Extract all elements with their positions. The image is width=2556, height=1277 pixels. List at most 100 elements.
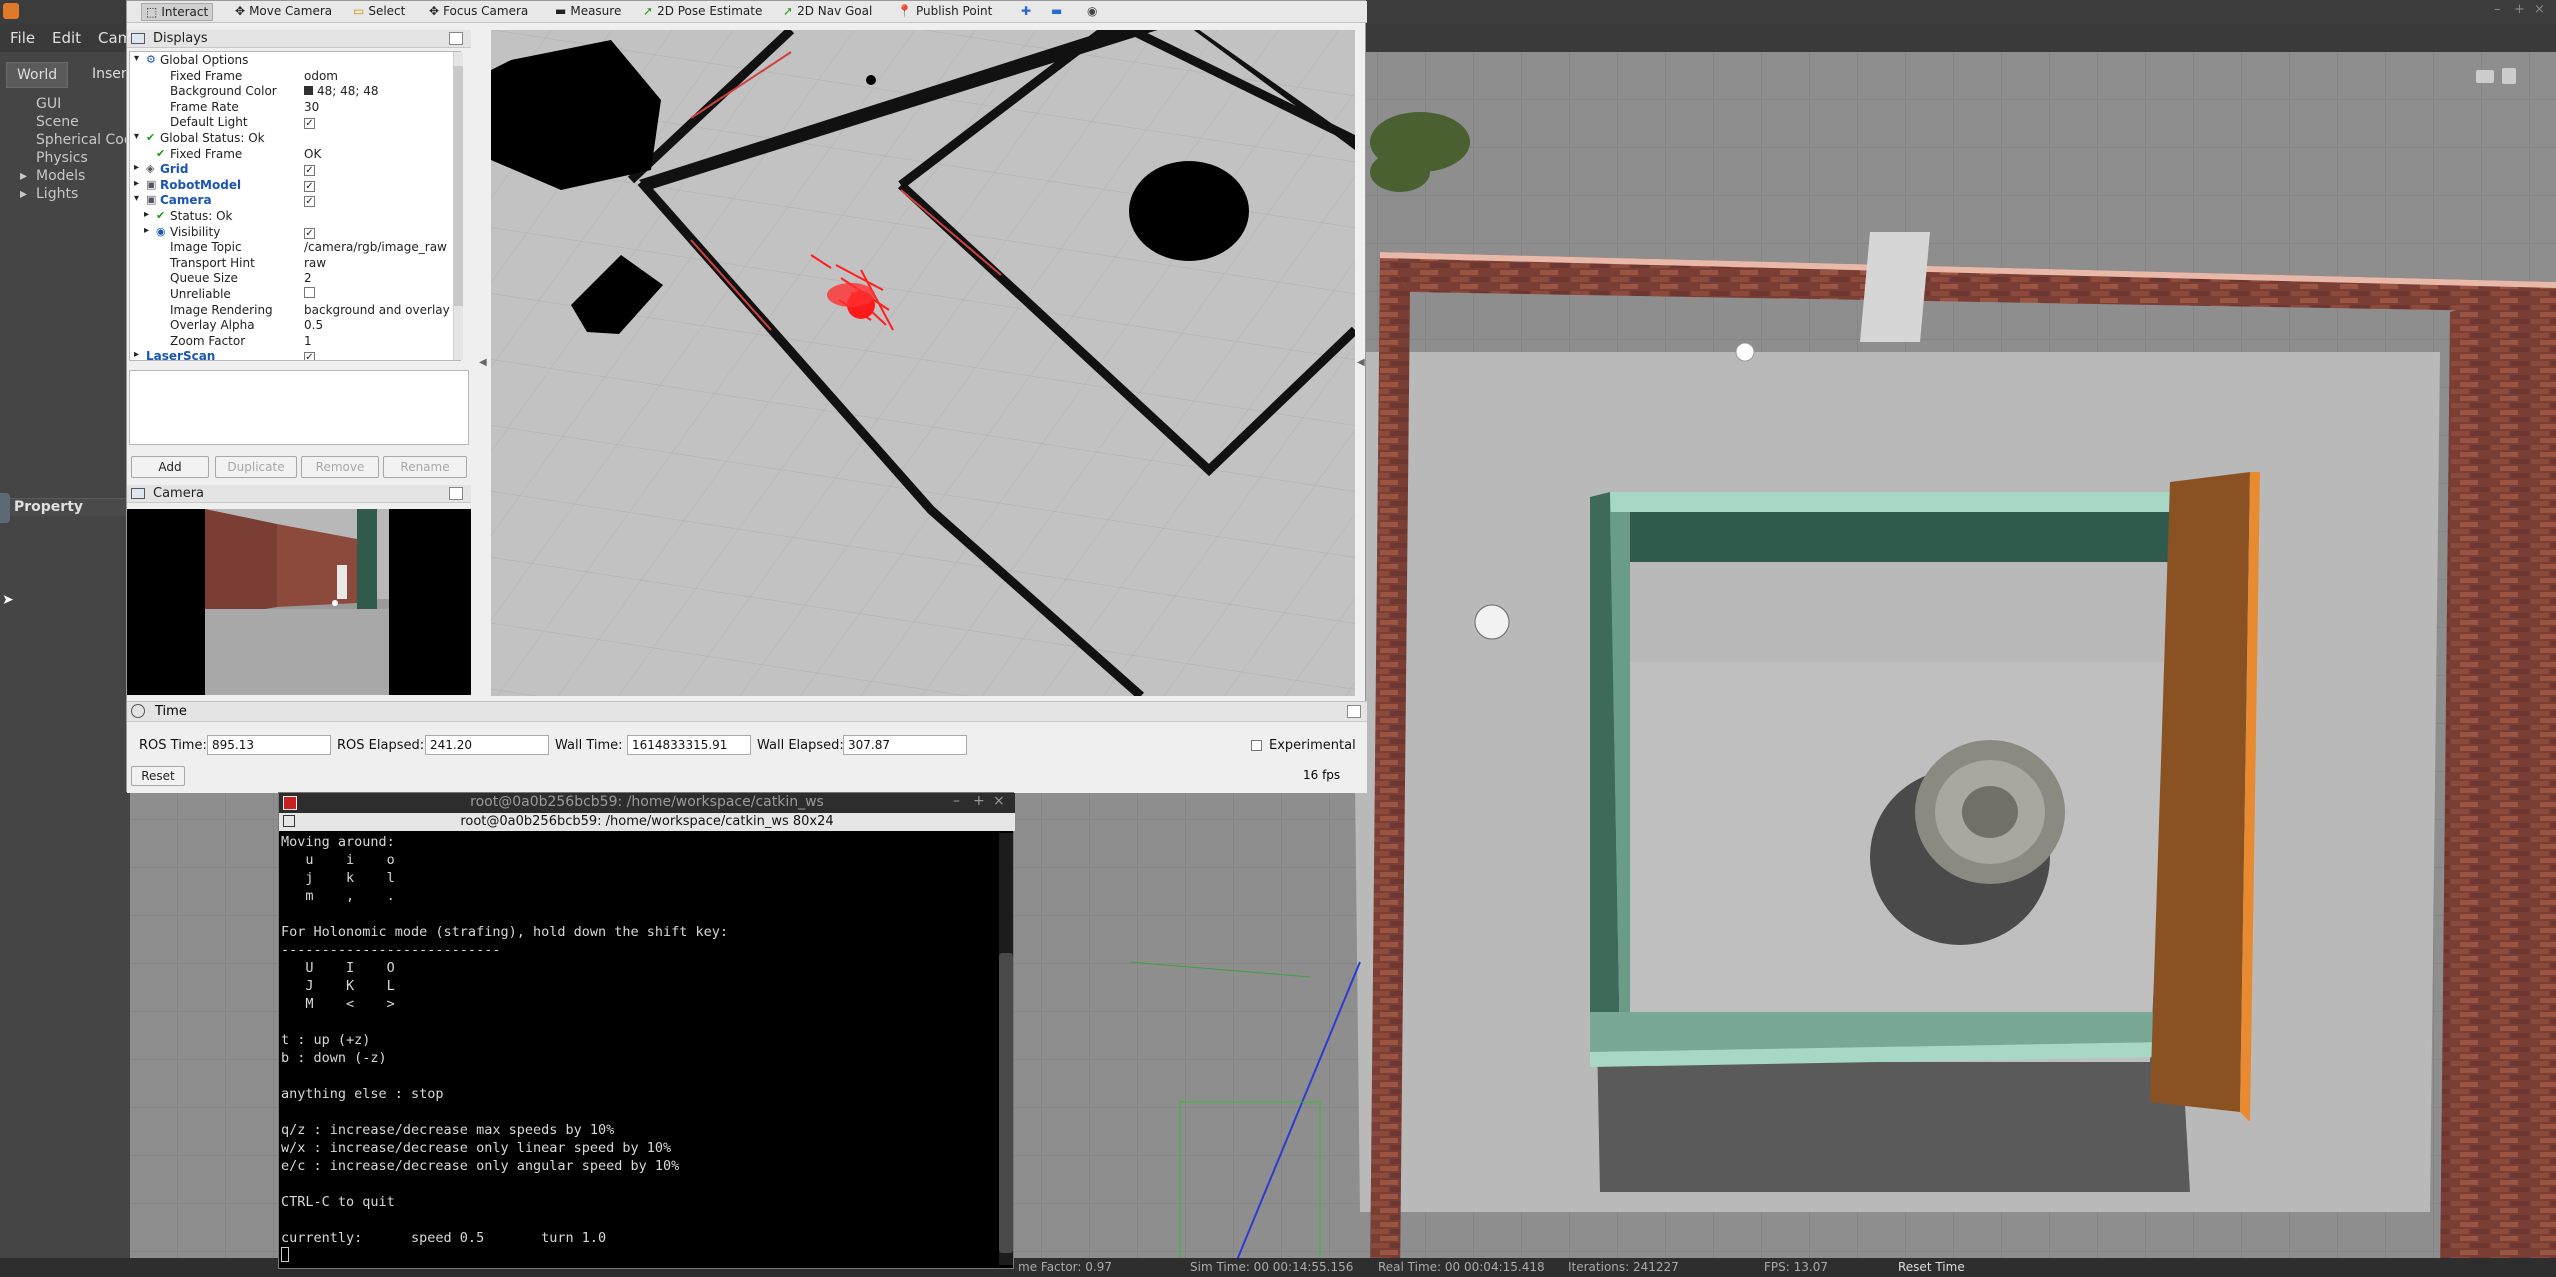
display-tree-row[interactable]: ▾ ⚙ Global Options xyxy=(130,53,460,69)
display-tree-row[interactable]: ▸ ◈ Grid ✓ xyxy=(130,162,460,178)
property-header[interactable]: Property xyxy=(0,493,130,523)
add-tool-icon[interactable]: ✚ xyxy=(1017,3,1035,21)
view-options-icon[interactable]: ◉ xyxy=(1083,3,1101,21)
expand-arrow-icon[interactable]: ▸ xyxy=(144,225,149,236)
tool-2d-nav-goal[interactable]: ➚ 2D Nav Goal xyxy=(779,3,876,21)
expand-arrow-icon[interactable]: ▸ xyxy=(134,162,139,173)
display-property-value[interactable]: background and overlay xyxy=(304,303,450,317)
time-reset-button[interactable]: Reset xyxy=(131,766,185,786)
tree-spherical[interactable]: Spherical Coo xyxy=(36,132,132,148)
tree-gui[interactable]: GUI xyxy=(36,96,61,112)
display-tree-row[interactable]: ▸ ▣ RobotModel ✓ xyxy=(130,178,460,194)
display-checkbox[interactable]: ✓ xyxy=(304,178,315,192)
display-tree-row[interactable]: Transport Hint raw xyxy=(130,256,460,272)
remove-button[interactable]: Remove xyxy=(301,456,379,478)
display-tree-row[interactable]: Image Rendering background and overlay xyxy=(130,303,460,319)
tree-physics[interactable]: Physics xyxy=(36,150,88,166)
expand-arrow-icon[interactable]: ▸ xyxy=(134,349,139,360)
terminal-scrollbar[interactable] xyxy=(999,833,1013,1265)
tool-select[interactable]: ▭ Select xyxy=(349,3,409,21)
display-property-value[interactable]: 0.5 xyxy=(304,318,323,332)
add-button[interactable]: Add xyxy=(131,456,209,478)
display-property-value[interactable]: /camera/rgb/image_raw xyxy=(304,240,447,254)
tool-focus-camera[interactable]: ✥ Focus Camera xyxy=(425,3,532,21)
rviz-3d-view[interactable] xyxy=(491,30,1355,696)
displays-tree[interactable]: ▾ ⚙ Global Options Fixed Frame odom Backgroun… xyxy=(129,51,461,361)
tree-scrollbar[interactable] xyxy=(453,52,463,360)
display-checkbox[interactable]: ✓ xyxy=(304,349,315,360)
tree-lights[interactable]: Lights xyxy=(36,186,78,202)
menu-edit[interactable]: Edit xyxy=(52,29,81,47)
expand-arrow-icon[interactable]: ▾ xyxy=(134,193,139,204)
tool-move-camera[interactable]: ✥ Move Camera xyxy=(231,3,336,21)
ros-elapsed-field[interactable]: 241.20 xyxy=(425,735,549,755)
window-minimize-icon[interactable]: – xyxy=(953,793,960,809)
tab-world[interactable]: World xyxy=(6,62,69,88)
tree-models[interactable]: Models xyxy=(36,168,85,184)
display-tree-row[interactable]: Frame Rate 30 xyxy=(130,100,460,116)
checkmark-icon: ✔ xyxy=(156,209,166,222)
display-tree-row[interactable]: Default Light ✓ xyxy=(130,115,460,131)
display-property-value[interactable]: 48; 48; 48 xyxy=(304,84,379,98)
display-tree-row[interactable]: Overlay Alpha 0.5 xyxy=(130,318,460,334)
terminal-window[interactable]: root@0a0b256bcb59: /home/workspace/catki… xyxy=(278,792,1015,1269)
display-tree-row[interactable]: Fixed Frame odom xyxy=(130,69,460,85)
display-tree-row[interactable]: ▸ ✔ Status: Ok xyxy=(130,209,460,225)
wall-elapsed-field[interactable]: 307.87 xyxy=(843,735,967,755)
expand-arrow-icon[interactable]: ▸ xyxy=(20,168,27,184)
panel-toggle-icon[interactable] xyxy=(0,493,10,523)
display-property-value[interactable]: odom xyxy=(304,69,338,83)
tool-2d-pose-estimate[interactable]: ➚ 2D Pose Estimate xyxy=(639,3,766,21)
window-maximize-icon[interactable]: + xyxy=(973,793,985,809)
expand-arrow-icon[interactable]: ▾ xyxy=(134,131,139,142)
display-property-value[interactable]: 2 xyxy=(304,271,312,285)
tool-measure[interactable]: ▬ Measure xyxy=(551,3,625,21)
display-checkbox[interactable]: ✓ xyxy=(304,115,315,130)
display-tree-row[interactable]: Queue Size 2 xyxy=(130,271,460,287)
display-tree-row[interactable]: Background Color 48; 48; 48 xyxy=(130,84,460,100)
display-tree-row[interactable]: ▸ ◉ Visibility ✓ xyxy=(130,225,460,241)
experimental-checkbox[interactable] xyxy=(1251,740,1262,751)
duplicate-button[interactable]: Duplicate xyxy=(215,456,297,478)
display-tree-row[interactable]: ✔ Fixed Frame OK xyxy=(130,147,460,163)
display-checkbox[interactable]: ✓ xyxy=(304,193,315,208)
ros-time-field[interactable]: 895.13 xyxy=(207,735,331,755)
terminal-output[interactable]: Moving around: u i o j k l m , . For Hol… xyxy=(281,833,997,1265)
display-checkbox[interactable] xyxy=(304,287,315,301)
display-property-value[interactable]: OK xyxy=(304,147,321,161)
tree-scene[interactable]: Scene xyxy=(36,114,79,130)
panel-undock-icon[interactable] xyxy=(1347,705,1361,718)
panel-undock-icon[interactable] xyxy=(449,487,463,500)
window-maximize-icon[interactable]: + xyxy=(2514,2,2525,17)
display-checkbox[interactable]: ✓ xyxy=(304,162,315,177)
reset-time-button[interactable]: Reset Time xyxy=(1898,1260,1965,1274)
tool-interact[interactable]: ⬚ Interact xyxy=(141,3,214,21)
expand-arrow-icon[interactable]: ▸ xyxy=(134,178,139,189)
right-splitter-arrow-icon[interactable]: ◀ xyxy=(1357,357,1365,368)
display-tree-row[interactable]: ▾ ✔ Global Status: Ok xyxy=(130,131,460,147)
record-icon[interactable] xyxy=(2502,68,2516,84)
display-tree-row[interactable]: Unreliable xyxy=(130,287,460,303)
wall-time-field[interactable]: 1614833315.91 xyxy=(627,735,751,755)
display-tree-row[interactable]: Zoom Factor 1 xyxy=(130,334,460,350)
display-tree-row[interactable]: Image Topic/camera/rgb/image_raw xyxy=(130,240,460,256)
display-checkbox[interactable]: ✓ xyxy=(304,225,315,239)
tool-publish-point[interactable]: 📍 Publish Point xyxy=(893,3,996,21)
display-tree-row[interactable]: ▸ LaserScan ✓ xyxy=(130,349,460,360)
expand-arrow-icon[interactable]: ▸ xyxy=(144,209,149,220)
window-close-icon[interactable]: × xyxy=(993,793,1005,809)
expand-arrow-icon[interactable]: ▾ xyxy=(134,53,139,64)
rename-button[interactable]: Rename xyxy=(383,456,467,478)
expand-arrow-icon[interactable]: ▸ xyxy=(20,186,27,202)
menu-file[interactable]: File xyxy=(10,29,35,47)
window-close-icon[interactable]: × xyxy=(2534,2,2545,17)
left-splitter-arrow-icon[interactable]: ◀ xyxy=(479,357,487,368)
display-property-value[interactable]: raw xyxy=(304,256,326,270)
display-property-value[interactable]: 1 xyxy=(304,334,312,348)
display-property-value[interactable]: 30 xyxy=(304,100,319,114)
remove-tool-icon[interactable]: ▬ xyxy=(1047,3,1066,21)
panel-undock-icon[interactable] xyxy=(449,32,463,45)
display-tree-row[interactable]: ▾ ▣ Camera ✓ xyxy=(130,193,460,209)
screenshot-icon[interactable] xyxy=(2476,70,2494,83)
window-minimize-icon[interactable]: – xyxy=(2494,2,2501,17)
